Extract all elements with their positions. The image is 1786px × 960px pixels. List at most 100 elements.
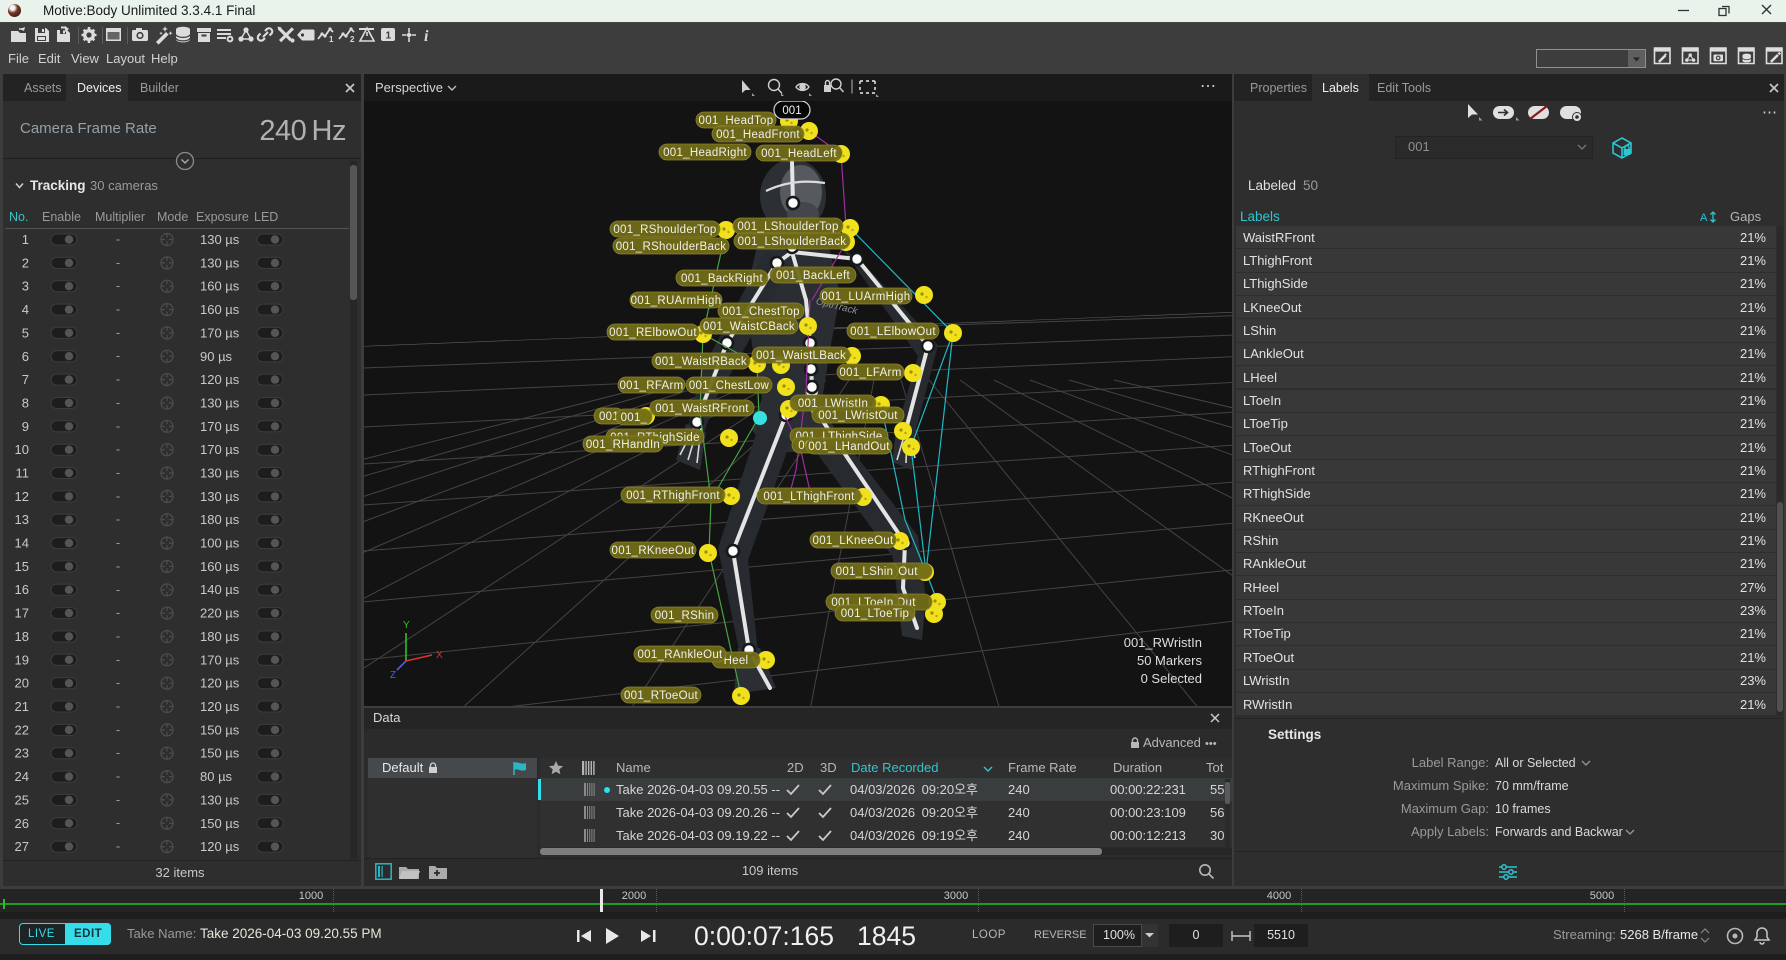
svg-text:001_LShoulderTop: 001_LShoulderTop (737, 221, 838, 233)
svg-text:001_RAnkleOut: 001_RAnkleOut (637, 649, 723, 661)
svg-text:Out: Out (898, 566, 918, 578)
svg-text:001_RHandIn: 001_RHandIn (586, 439, 660, 451)
svg-text:001_LWristOut: 001_LWristOut (818, 410, 898, 422)
svg-text:-: - (116, 325, 120, 340)
svg-text:120 µs: 120 µs (200, 372, 240, 387)
svg-text:120 µs: 120 µs (200, 676, 240, 691)
svg-text:-: - (116, 278, 120, 293)
svg-text:-: - (116, 605, 120, 620)
svg-text:-: - (116, 629, 120, 644)
svg-text:170 µs: 170 µs (200, 652, 240, 667)
svg-text:001_BackLeft: 001_BackLeft (776, 270, 850, 282)
svg-text:001_LHandOut: 001_LHandOut (808, 441, 890, 453)
svg-text:-: - (116, 442, 120, 457)
svg-text:A: A (1700, 212, 1708, 224)
svg-text:7: 7 (22, 372, 29, 387)
svg-text:9: 9 (22, 419, 29, 434)
svg-text:-: - (116, 418, 120, 433)
svg-text:-: - (116, 792, 120, 807)
svg-text:22: 22 (15, 722, 29, 737)
svg-text:-: - (116, 745, 120, 760)
svg-text:1: 1 (386, 31, 392, 42)
svg-text:-: - (116, 815, 120, 830)
svg-text:1: 1 (22, 232, 29, 247)
svg-text:001_RWristIn: 001_RWristIn (1124, 635, 1202, 650)
svg-text:001_RKneeOut: 001_RKneeOut (612, 545, 695, 557)
svg-text:11: 11 (16, 466, 30, 481)
svg-text:2: 2 (22, 255, 29, 270)
svg-text:001_HeadRight: 001_HeadRight (663, 147, 747, 159)
svg-text:-: - (116, 255, 120, 270)
svg-text:-: - (116, 769, 120, 784)
svg-text:130 µs: 130 µs (200, 466, 240, 481)
svg-text:15: 15 (15, 559, 29, 574)
svg-text:-: - (116, 232, 120, 247)
svg-text:3: 3 (22, 279, 29, 294)
svg-text:Heel: Heel (724, 655, 749, 667)
svg-text:-: - (116, 722, 120, 737)
svg-text:180 µs: 180 µs (200, 512, 240, 527)
svg-text:8: 8 (22, 396, 29, 411)
svg-text:27: 27 (15, 839, 29, 854)
svg-text:001_LShin: 001_LShin (836, 566, 894, 578)
svg-text:-: - (116, 302, 120, 317)
svg-text:5: 5 (22, 325, 29, 340)
svg-text:19: 19 (15, 652, 29, 667)
svg-text:X: X (436, 650, 443, 661)
svg-text:150 µs: 150 µs (200, 746, 240, 761)
svg-text:150 µs: 150 µs (200, 816, 240, 831)
svg-text:130 µs: 130 µs (200, 792, 240, 807)
svg-text:-: - (116, 675, 120, 690)
svg-text:001_ChestLow: 001_ChestLow (689, 380, 770, 392)
svg-text:001_WaistRFront: 001_WaistRFront (655, 403, 749, 415)
svg-text:220 µs: 220 µs (200, 606, 240, 621)
svg-text:001: 001 (782, 105, 801, 117)
svg-text:-: - (116, 535, 120, 550)
svg-text:180 µs: 180 µs (200, 629, 240, 644)
svg-text:001_WaistCBack: 001_WaistCBack (703, 321, 795, 333)
svg-text:120 µs: 120 µs (200, 839, 240, 854)
svg-text:Z: Z (390, 670, 396, 681)
svg-text:001_HeadLeft: 001_HeadLeft (761, 148, 837, 160)
svg-text:0 Selected: 0 Selected (1141, 671, 1202, 686)
svg-text:26: 26 (15, 816, 29, 831)
svg-text:130 µs: 130 µs (200, 232, 240, 247)
svg-text:1: 1 (329, 35, 334, 44)
svg-text:80 µs: 80 µs (200, 769, 233, 784)
svg-text:6: 6 (22, 349, 29, 364)
svg-text:24: 24 (15, 769, 29, 784)
svg-text:90 µs: 90 µs (200, 349, 233, 364)
svg-text:-: - (116, 372, 120, 387)
svg-text:Y: Y (403, 620, 410, 631)
svg-text:170 µs: 170 µs (200, 419, 240, 434)
svg-text:001_RShin: 001_RShin (655, 610, 715, 622)
svg-text:001_RShoulderTop: 001_RShoulderTop (613, 224, 716, 236)
svg-text:170 µs: 170 µs (200, 325, 240, 340)
svg-text:001_RThighFront: 001_RThighFront (626, 490, 720, 502)
svg-text:001_HeadFront: 001_HeadFront (716, 129, 800, 141)
svg-text:-: - (116, 348, 120, 363)
svg-text:130 µs: 130 µs (200, 396, 240, 411)
svg-text:-: - (116, 395, 120, 410)
svg-text:-: - (116, 512, 120, 527)
svg-text:21: 21 (15, 699, 29, 714)
svg-text:160 µs: 160 µs (200, 302, 240, 317)
svg-text:001_RFArm: 001_RFArm (619, 380, 683, 392)
svg-text:10: 10 (15, 442, 29, 457)
svg-text:-: - (116, 465, 120, 480)
svg-text:120 µs: 120 µs (200, 699, 240, 714)
svg-text:17: 17 (15, 606, 29, 621)
svg-text:12: 12 (15, 489, 29, 504)
svg-text:100 µs: 100 µs (200, 536, 240, 551)
svg-text:25: 25 (15, 792, 29, 807)
svg-text:170 µs: 170 µs (200, 442, 240, 457)
svg-text:160 µs: 160 µs (200, 279, 240, 294)
svg-text:001_: 001_ (621, 412, 648, 424)
svg-text:001_WaistLBack: 001_WaistLBack (756, 350, 846, 362)
svg-text:18: 18 (15, 629, 29, 644)
svg-text:001_LElbowOut: 001_LElbowOut (850, 326, 936, 338)
svg-text:-: - (116, 488, 120, 503)
svg-text:130 µs: 130 µs (200, 255, 240, 270)
svg-text:001_RToeOut: 001_RToeOut (624, 690, 699, 702)
svg-text:50 Markers: 50 Markers (1137, 653, 1203, 668)
